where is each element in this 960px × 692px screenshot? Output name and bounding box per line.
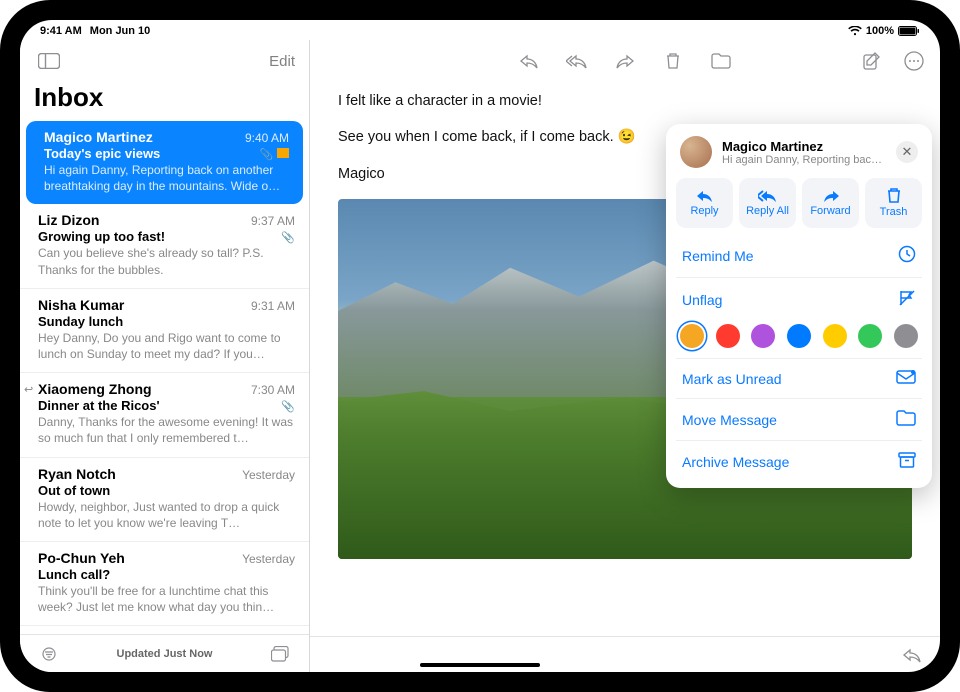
more-icon[interactable] — [902, 49, 926, 73]
message-preview: Hey Danny, Do you and Rigo want to come … — [38, 330, 295, 362]
edit-button[interactable]: Edit — [269, 53, 295, 70]
message-list[interactable]: Magico Martinez 9:40 AM Today's epic views… — [20, 121, 309, 634]
trash-button[interactable]: Trash — [865, 178, 922, 228]
reply-footer-icon[interactable] — [900, 643, 924, 667]
battery-icon — [898, 26, 920, 36]
flag-color-option[interactable] — [787, 324, 811, 348]
content-toolbar: ••• — [310, 40, 940, 82]
flag-color-option[interactable] — [680, 324, 704, 348]
message-sender: Xiaomeng Zhong — [38, 381, 152, 397]
message-time: 7:30 AM — [251, 383, 295, 397]
message-subject: Today's epic views — [44, 146, 160, 161]
mailbox-title: Inbox — [20, 82, 309, 121]
status-bar: 9:41 AM Mon Jun 10 100% — [20, 20, 940, 40]
forward-button[interactable]: Forward — [802, 178, 859, 228]
message-list-item[interactable]: ↩ Xiaomeng Zhong 7:30 AM Dinner at the Rico… — [20, 373, 309, 457]
flag-color-option[interactable] — [858, 324, 882, 348]
archive-message-row[interactable]: Archive Message — [676, 441, 922, 482]
reply-button[interactable]: Reply — [676, 178, 733, 228]
popover-sender: Magico Martinez — [722, 139, 886, 154]
avatar — [680, 136, 712, 168]
message-list-item[interactable]: Ryan Notch Yesterday Out of townHowdy, nei… — [20, 458, 309, 542]
message-subject: Out of town — [38, 483, 110, 498]
flag-color-option[interactable] — [751, 324, 775, 348]
clock-icon — [898, 245, 916, 266]
status-time: 9:41 AM — [40, 25, 82, 37]
folder-icon — [896, 410, 916, 429]
move-message-row[interactable]: Move Message — [676, 399, 922, 441]
message-list-item[interactable]: Magico Martinez 9:40 AM Today's epic views… — [26, 121, 303, 204]
move-icon[interactable] — [709, 49, 733, 73]
mailboxes-button[interactable] — [265, 641, 295, 667]
message-sender: Nisha Kumar — [38, 297, 124, 313]
flag-color-option[interactable] — [716, 324, 740, 348]
attachment-icon: 📎 — [281, 232, 295, 244]
status-date: Mon Jun 10 — [90, 25, 151, 37]
message-sender: Liz Dizon — [38, 212, 99, 228]
mark-unread-row[interactable]: Mark as Unread — [676, 359, 922, 399]
popover-preview: Hi again Danny, Reporting back o… — [722, 154, 886, 166]
forward-icon[interactable] — [613, 49, 637, 73]
replied-icon: ↩ — [24, 383, 33, 396]
message-content-pane: ••• I felt like a chara — [310, 40, 940, 672]
filter-button[interactable] — [34, 641, 64, 667]
message-subject: Growing up too fast! — [38, 229, 165, 244]
message-preview: Howdy, neighbor, Just wanted to drop a q… — [38, 499, 295, 531]
reply-icon[interactable] — [517, 49, 541, 73]
body-line: I felt like a character in a movie! — [338, 90, 912, 112]
flag-color-picker[interactable] — [676, 316, 922, 359]
message-time: 9:40 AM — [245, 131, 289, 145]
reply-all-icon[interactable] — [565, 49, 589, 73]
attachment-icon: 📎 — [281, 401, 295, 413]
flag-icon — [277, 148, 289, 158]
message-list-item[interactable]: Liz Dizon 9:37 AM Growing up too fast! 📎 Ca… — [20, 204, 309, 288]
attachment-icon: 📎 — [260, 149, 274, 161]
message-subject: Dinner at the Ricos' — [38, 398, 160, 413]
sync-status: Updated Just Now — [117, 648, 213, 660]
message-sender: Ryan Notch — [38, 466, 116, 482]
envelope-icon — [896, 370, 916, 387]
message-sender: Magico Martinez — [44, 129, 153, 145]
message-sender: Po-Chun Yeh — [38, 550, 125, 566]
mailbox-sidebar: Edit Inbox Magico Martinez 9:40 AM Today's… — [20, 40, 310, 672]
message-subject: Lunch call? — [38, 567, 110, 582]
unflag-icon — [898, 289, 916, 310]
message-list-item[interactable]: Nisha Kumar 9:31 AM Sunday lunchHey Danny,… — [20, 289, 309, 373]
battery-percent: 100% — [866, 25, 894, 37]
unflag-row[interactable]: Unflag — [676, 278, 922, 316]
message-preview: Think you'll be free for a lunchtime cha… — [38, 583, 295, 615]
message-time: Yesterday — [242, 552, 295, 566]
message-preview: Hi again Danny, Reporting back on anothe… — [44, 162, 289, 194]
sidebar-toggle-button[interactable] — [34, 48, 64, 74]
message-actions-popover: Magico Martinez Hi again Danny, Reportin… — [666, 124, 932, 488]
message-time: 9:31 AM — [251, 299, 295, 313]
message-preview: Can you believe she's already so tall? P… — [38, 245, 295, 277]
trash-icon[interactable] — [661, 49, 685, 73]
reply-all-button[interactable]: Reply All — [739, 178, 796, 228]
close-icon[interactable]: ✕ — [896, 141, 918, 163]
compose-icon[interactable] — [860, 49, 884, 73]
remind-me-row[interactable]: Remind Me — [676, 234, 922, 278]
message-time: Yesterday — [242, 468, 295, 482]
flag-color-option[interactable] — [894, 324, 918, 348]
message-list-item[interactable]: Po-Chun Yeh Yesterday Lunch call?Think you… — [20, 542, 309, 626]
message-subject: Sunday lunch — [38, 314, 123, 329]
wifi-icon — [848, 26, 862, 36]
home-indicator[interactable] — [420, 663, 540, 667]
flag-color-option[interactable] — [823, 324, 847, 348]
archive-icon — [898, 452, 916, 471]
message-preview: Danny, Thanks for the awesome evening! I… — [38, 414, 295, 446]
message-time: 9:37 AM — [251, 214, 295, 228]
message-list-item[interactable]: Graham McBrideSaturday — [20, 626, 309, 634]
